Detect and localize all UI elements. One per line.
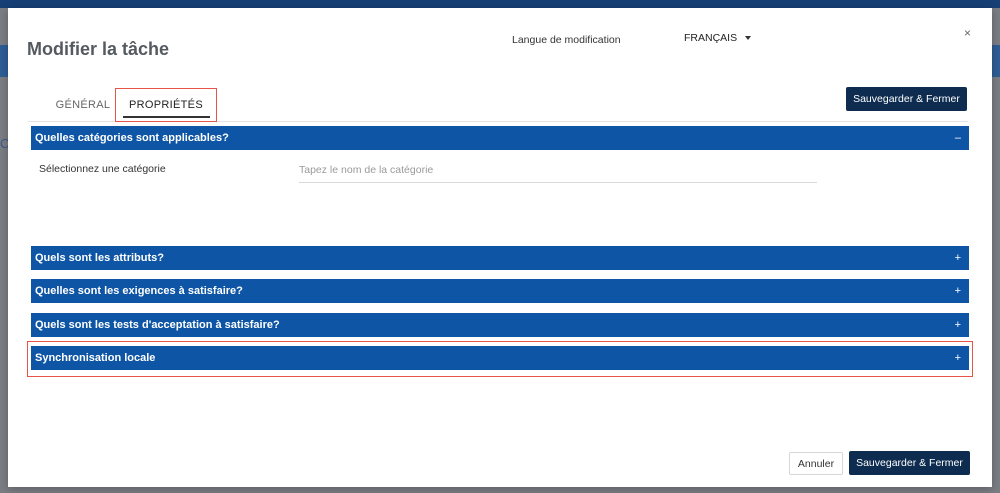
edit-task-modal: Modifier la tâche × Langue de modificati… [8, 8, 992, 487]
category-search-input[interactable] [299, 158, 817, 183]
panel-title: Quels sont les tests d'acceptation à sat… [35, 319, 280, 331]
language-label: Langue de modification [512, 34, 621, 46]
panel-attributes-header[interactable]: Quels sont les attributs? + [31, 246, 969, 270]
panel-title: Quels sont les attributs? [35, 252, 164, 264]
caret-down-icon [745, 36, 752, 40]
background-strip-right [992, 45, 1000, 77]
active-tab-indicator [123, 116, 210, 118]
tab-properties[interactable]: PROPRIÉTÉS [115, 88, 217, 122]
tab-bar: GÉNÉRAL PROPRIÉTÉS [28, 88, 968, 122]
language-select[interactable]: FRANÇAIS [684, 32, 752, 44]
panel-title: Quelles sont les exigences à satisfaire? [35, 285, 243, 297]
panel-local-sync-header[interactable]: Synchronisation locale + [31, 346, 969, 370]
panel-acceptance-tests-header[interactable]: Quels sont les tests d'acceptation à sat… [31, 313, 969, 337]
expand-icon[interactable]: + [955, 319, 961, 331]
expand-icon[interactable]: + [955, 352, 961, 364]
modal-title: Modifier la tâche [27, 39, 170, 59]
category-label: Sélectionnez une catégorie [39, 163, 166, 175]
background-strip-left [0, 45, 8, 77]
panel-title: Quelles catégories sont applicables? [35, 132, 229, 144]
expand-icon[interactable]: + [955, 285, 961, 297]
close-icon[interactable]: × [964, 26, 971, 40]
tab-properties-label: PROPRIÉTÉS [129, 99, 203, 111]
save-close-button-bottom[interactable]: Sauvegarder & Fermer [849, 451, 970, 475]
panel-requirements-header[interactable]: Quelles sont les exigences à satisfaire?… [31, 279, 969, 303]
save-close-button-top[interactable]: Sauvegarder & Fermer [846, 87, 967, 111]
cancel-button[interactable]: Annuler [789, 452, 843, 475]
panel-categories-header[interactable]: Quelles catégories sont applicables? – [31, 126, 969, 150]
tab-general[interactable]: GÉNÉRAL [48, 88, 118, 122]
background-top-bar [0, 0, 1000, 8]
language-value: FRANÇAIS [684, 32, 738, 44]
expand-icon[interactable]: + [955, 252, 961, 264]
panel-title: Synchronisation locale [35, 352, 156, 364]
collapse-icon[interactable]: – [955, 132, 961, 144]
